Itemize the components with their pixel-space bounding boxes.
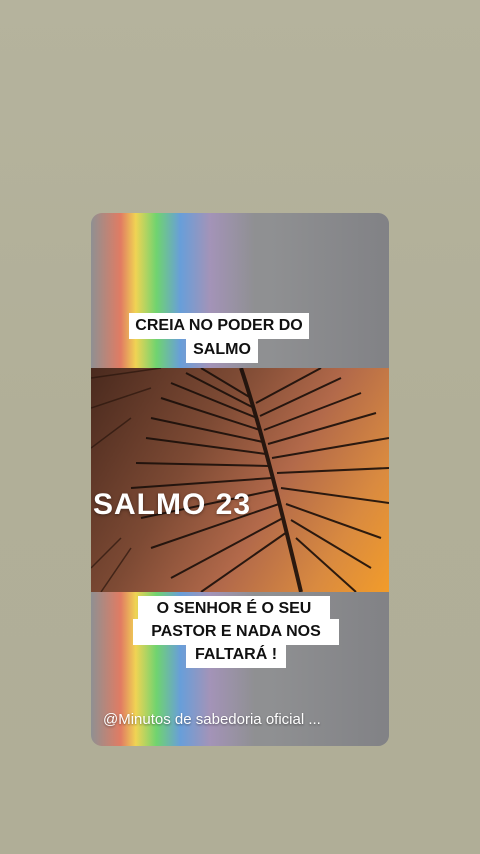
palm-leaf-graphic [91, 368, 389, 592]
caption-top-line1: CREIA NO PODER DO [129, 313, 309, 339]
story-card[interactable]: CREIA NO PODER DO SALMO SALMO 23 O SENHO… [91, 213, 389, 746]
caption-bottom-line3: FALTARÁ ! [186, 642, 286, 668]
caption-top-line2: SALMO [186, 337, 258, 363]
story-page: CREIA NO PODER DO SALMO SALMO 23 O SENHO… [0, 0, 480, 854]
watermark-text: @Minutos de sabedoria oficial ... [103, 711, 321, 728]
video-title: SALMO 23 [93, 488, 252, 521]
video-frame[interactable]: SALMO 23 [91, 368, 389, 592]
